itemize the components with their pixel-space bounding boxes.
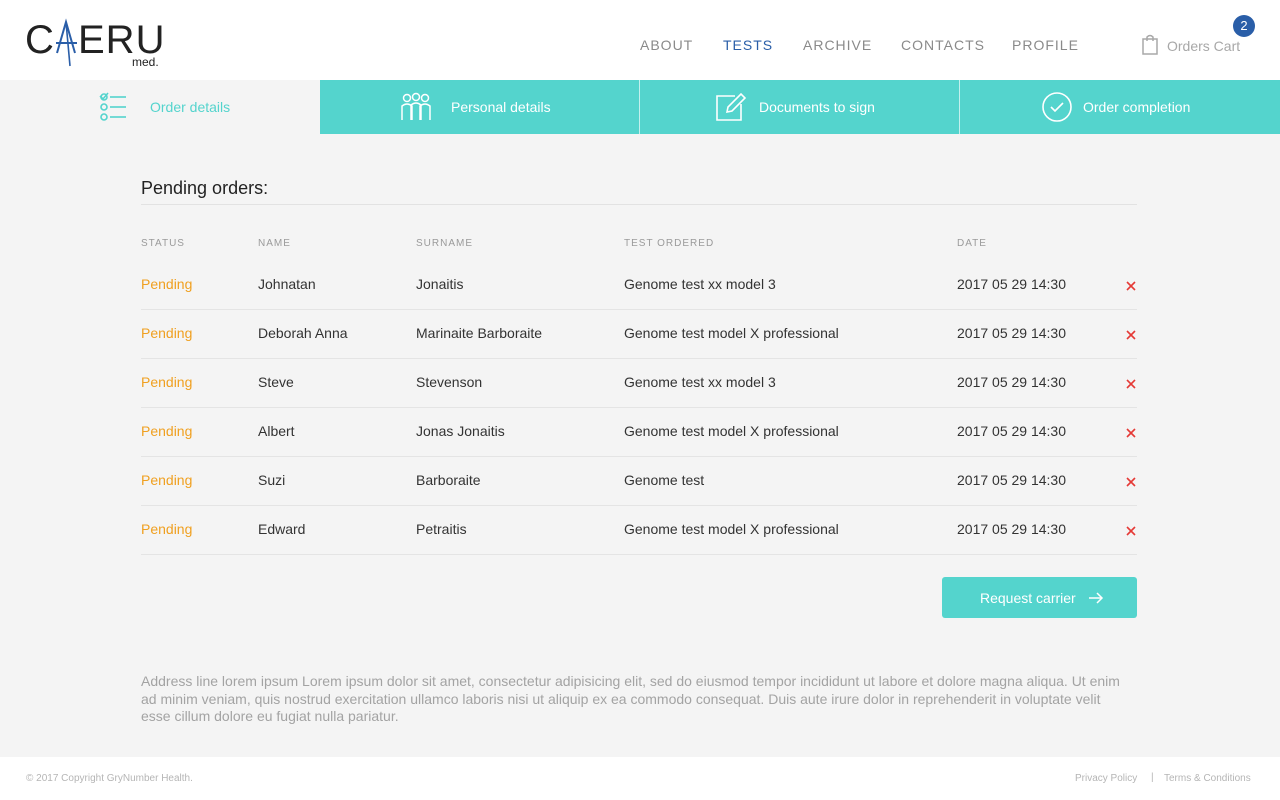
table-row: Pending Suzi Barboraite Genome test 2017 05 … bbox=[141, 457, 1137, 506]
edit-document-icon bbox=[716, 92, 747, 121]
privacy-policy-link[interactable]: Privacy Policy bbox=[1075, 773, 1137, 784]
nav-archive[interactable]: ARCHIVE bbox=[803, 37, 872, 53]
check-circle-icon bbox=[1042, 92, 1072, 122]
header: C ERUS med. ABOUT TESTS ARCHIVE CONTACTS… bbox=[0, 0, 1280, 80]
column-header-test: TEST ORDERED bbox=[624, 238, 715, 249]
orders-cart[interactable]: Orders Cart bbox=[1141, 34, 1251, 58]
row-divider bbox=[141, 554, 1137, 555]
nav-about[interactable]: ABOUT bbox=[640, 37, 693, 53]
people-icon bbox=[401, 92, 431, 120]
step-documents-to-sign[interactable]: Documents to sign bbox=[640, 80, 960, 134]
table-row: Pending Johnatan Jonaitis Genome test xx mo… bbox=[141, 261, 1137, 310]
table-row: Pending Albert Jonas Jonaitis Genome test m… bbox=[141, 408, 1137, 457]
step-label: Order details bbox=[150, 99, 231, 115]
delete-order-icon[interactable] bbox=[1124, 426, 1138, 440]
table-row: Pending Deborah Anna Marinaite Barboraite G… bbox=[141, 310, 1137, 359]
row-surname: Jonas Jonaitis bbox=[416, 423, 505, 439]
footer: © 2017 Copyright GryNumber Health. Priva… bbox=[0, 757, 1280, 800]
row-test: Genome test bbox=[624, 472, 705, 488]
row-date: 2017 05 29 14:30 bbox=[957, 325, 1066, 341]
row-status: Pending bbox=[141, 276, 193, 292]
nav-contacts[interactable]: CONTACTS bbox=[901, 37, 985, 53]
shopping-bag-icon bbox=[1142, 34, 1158, 55]
delete-order-icon[interactable] bbox=[1124, 377, 1138, 391]
row-surname: Petraitis bbox=[416, 521, 467, 537]
row-date: 2017 05 29 14:30 bbox=[957, 521, 1066, 537]
row-name: Steve bbox=[258, 374, 294, 390]
row-surname: Jonaitis bbox=[416, 276, 464, 292]
title-divider bbox=[141, 204, 1137, 205]
column-header-status: STATUS bbox=[141, 238, 185, 249]
logo-subtitle: med. bbox=[132, 55, 159, 69]
nav-tests[interactable]: TESTS bbox=[723, 37, 773, 53]
row-status: Pending bbox=[141, 423, 193, 439]
row-test: Genome test xx model 3 bbox=[624, 374, 776, 390]
step-order-details[interactable]: Order details bbox=[0, 80, 320, 134]
cart-count-badge: 2 bbox=[1233, 15, 1255, 37]
row-date: 2017 05 29 14:30 bbox=[957, 423, 1066, 439]
delete-order-icon[interactable] bbox=[1124, 279, 1138, 293]
row-test: Genome test model X professional bbox=[624, 521, 839, 537]
row-test: Genome test xx model 3 bbox=[624, 276, 776, 292]
nav-profile[interactable]: PROFILE bbox=[1012, 37, 1079, 53]
row-name: Edward bbox=[258, 521, 306, 537]
row-status: Pending bbox=[141, 325, 193, 341]
logo[interactable]: C ERUS med. bbox=[25, 16, 192, 70]
table-row: Pending Steve Stevenson Genome test xx mode… bbox=[141, 359, 1137, 408]
page-title: Pending orders: bbox=[141, 178, 269, 198]
address-text: Address line lorem ipsum Lorem ipsum dol… bbox=[141, 673, 1120, 724]
column-header-surname: SURNAME bbox=[416, 238, 474, 249]
row-date: 2017 05 29 14:30 bbox=[957, 472, 1066, 488]
column-header-date: DATE bbox=[957, 238, 987, 249]
row-test: Genome test model X professional bbox=[624, 325, 839, 341]
delete-order-icon[interactable] bbox=[1124, 475, 1138, 489]
table-row: Pending Edward Petraitis Genome test model … bbox=[141, 506, 1137, 555]
row-name: Albert bbox=[258, 423, 295, 439]
step-label: Order completion bbox=[1083, 99, 1191, 115]
step-label: Personal details bbox=[451, 99, 551, 115]
footer-separator: | bbox=[1151, 772, 1154, 783]
delete-order-icon[interactable] bbox=[1124, 328, 1138, 342]
row-status: Pending bbox=[141, 374, 193, 390]
arrow-right-icon bbox=[1089, 592, 1104, 604]
row-status: Pending bbox=[141, 521, 193, 537]
step-personal-details[interactable]: Personal details bbox=[320, 80, 640, 134]
delete-order-icon[interactable] bbox=[1124, 524, 1138, 538]
row-name: Suzi bbox=[258, 472, 286, 488]
checklist-icon bbox=[99, 92, 126, 121]
step-order-completion[interactable]: Order completion bbox=[960, 80, 1280, 134]
row-test: Genome test model X professional bbox=[624, 423, 839, 439]
row-surname: Barboraite bbox=[416, 472, 481, 488]
step-label: Documents to sign bbox=[759, 99, 875, 115]
column-header-name: NAME bbox=[258, 238, 291, 249]
row-date: 2017 05 29 14:30 bbox=[957, 276, 1066, 292]
request-carrier-button[interactable]: Request carrier bbox=[942, 577, 1137, 618]
row-status: Pending bbox=[141, 472, 193, 488]
terms-conditions-link[interactable]: Terms & Conditions bbox=[1164, 773, 1251, 784]
svg-text:C: C bbox=[25, 18, 55, 62]
row-surname: Stevenson bbox=[416, 374, 483, 390]
orders-cart-label: Orders Cart bbox=[1167, 38, 1241, 54]
row-date: 2017 05 29 14:30 bbox=[957, 374, 1066, 390]
order-steps: Order details Personal details Documents… bbox=[0, 80, 1280, 134]
row-name: Deborah Anna bbox=[258, 325, 348, 341]
copyright-text: © 2017 Copyright GryNumber Health. bbox=[26, 773, 193, 784]
row-name: Johnatan bbox=[258, 276, 316, 292]
row-surname: Marinaite Barboraite bbox=[416, 325, 543, 341]
request-carrier-label: Request carrier bbox=[980, 590, 1076, 606]
